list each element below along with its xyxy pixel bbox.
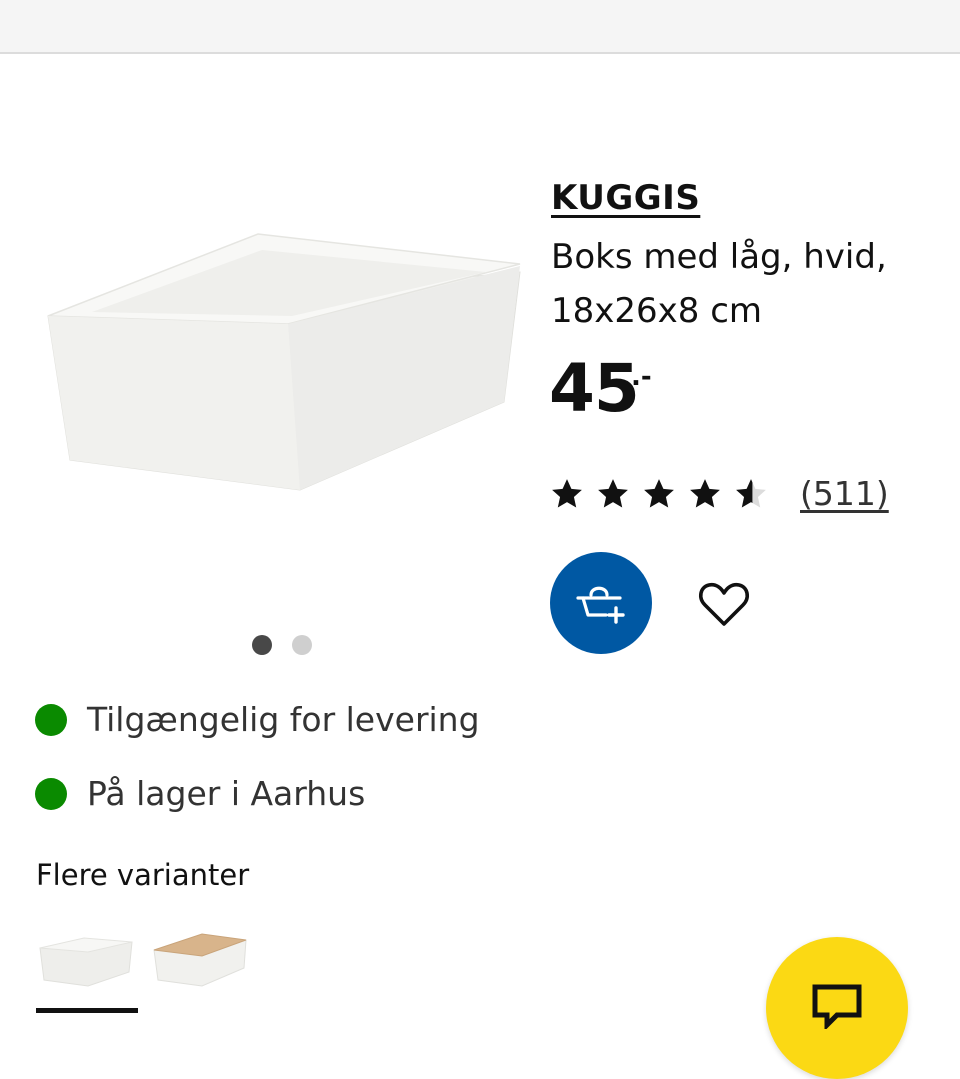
product-rating[interactable]: (511): [550, 474, 889, 513]
chat-icon: [812, 984, 862, 1029]
star-full-icon: [552, 478, 582, 507]
star-half-icon: [736, 478, 766, 507]
variant-bamboo-lid[interactable]: [150, 928, 250, 994]
review-count-link[interactable]: (511): [800, 474, 889, 513]
product-description: Boks med låg, hvid, 18x26x8 cm: [551, 237, 887, 331]
favorite-button[interactable]: [697, 580, 751, 630]
product-price: 45: [549, 350, 640, 427]
add-to-cart-icon: [576, 586, 625, 624]
add-to-cart-button[interactable]: [550, 552, 652, 654]
heart-icon: [699, 582, 749, 626]
product-image[interactable]: [30, 220, 530, 510]
availability-delivery-label: Tilgængelig for levering: [87, 700, 480, 739]
status-dot-icon: [35, 703, 67, 736]
carousel-dot-1[interactable]: [252, 635, 272, 655]
image-carousel-dots: [252, 635, 312, 655]
storage-box-image: [47, 233, 521, 491]
chat-button[interactable]: [766, 937, 908, 1079]
availability-store[interactable]: På lager i Aarhus: [35, 774, 365, 813]
selected-variant-indicator: [36, 1008, 138, 1013]
variant-white-lid[interactable]: [36, 928, 136, 994]
variants-title: Flere varianter: [36, 858, 250, 892]
white-box-white-lid-icon: [39, 937, 133, 987]
price-suffix: .-: [631, 362, 652, 392]
top-bar: [0, 0, 960, 54]
availability-store-label: På lager i Aarhus: [87, 774, 366, 813]
availability-delivery: Tilgængelig for levering: [35, 700, 480, 739]
star-full-icon: [690, 478, 720, 507]
white-box-bamboo-lid-icon: [153, 933, 247, 987]
carousel-dot-2[interactable]: [292, 635, 312, 655]
star-full-icon: [598, 478, 628, 507]
product-name-link[interactable]: KUGGIS: [551, 178, 700, 218]
star-full-icon: [644, 478, 674, 507]
status-dot-icon: [35, 777, 67, 810]
